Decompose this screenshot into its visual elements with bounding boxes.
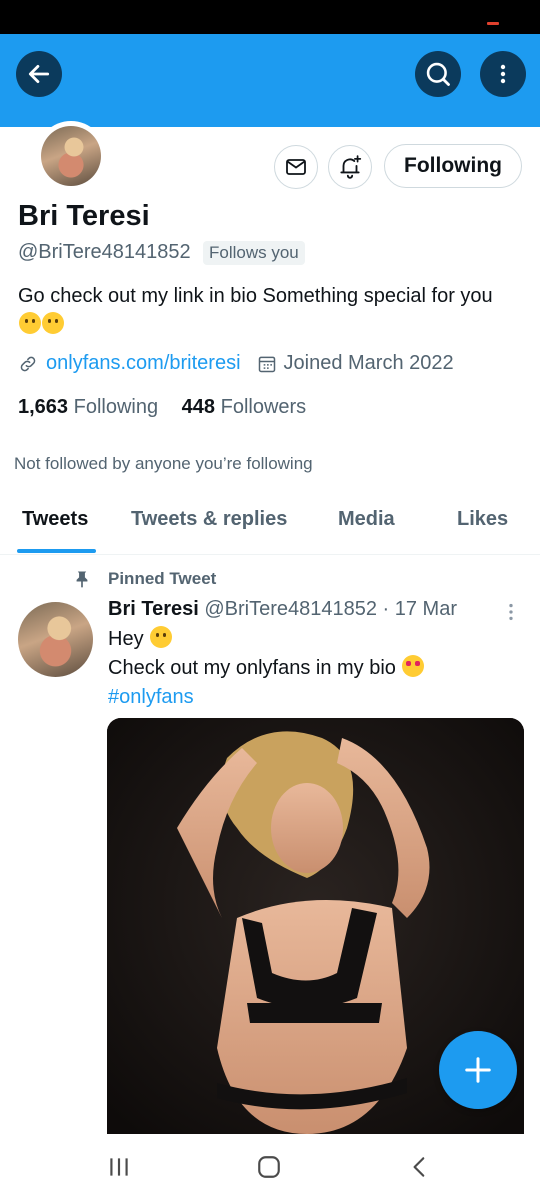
tweet-line-1: Hey: [108, 628, 144, 650]
pin-icon: [76, 571, 88, 588]
tweet-author-avatar[interactable]: [18, 602, 93, 677]
calendar-icon: [258, 356, 275, 372]
display-name: Bri Teresi: [18, 200, 150, 232]
bell-plus-icon: [340, 155, 362, 179]
mail-icon: [286, 159, 306, 175]
search-button[interactable]: [415, 51, 461, 97]
tweet-author-name[interactable]: Bri Teresi: [108, 598, 199, 620]
tab-tweets[interactable]: Tweets: [22, 508, 88, 531]
profile-link[interactable]: onlyfans.com/briteresi: [46, 352, 241, 375]
tab-likes[interactable]: Likes: [457, 508, 508, 531]
tab-tweets-replies[interactable]: Tweets & replies: [131, 508, 287, 531]
pinned-tweet-label: Pinned Tweet: [108, 569, 217, 588]
status-bar: [0, 0, 540, 34]
tweet-handle-date: @BriTere48141852 · 17 Mar: [204, 598, 457, 620]
tweet-hashtag[interactable]: #onlyfans: [108, 686, 194, 708]
followers-stat[interactable]: 448 Followers: [182, 396, 307, 418]
heart-eyes-emoji: [402, 655, 425, 677]
user-handle: @BriTere48141852: [18, 241, 191, 263]
smiling-face-emoji: [150, 626, 173, 648]
search-icon: [426, 62, 450, 86]
following-label: Following: [73, 396, 159, 418]
follows-you-badge: Follows you: [203, 241, 305, 265]
compose-tweet-button[interactable]: [439, 1031, 517, 1109]
following-button[interactable]: Following: [384, 144, 522, 188]
tweet-more-icon[interactable]: [500, 601, 522, 623]
profile-bio: Go check out my link in bio Something sp…: [18, 282, 518, 340]
recents-icon: [110, 1158, 128, 1176]
message-button[interactable]: [274, 145, 318, 189]
back-nav-button[interactable]: [400, 1150, 440, 1184]
followers-count: 448: [181, 396, 216, 418]
tab-media[interactable]: Media: [338, 508, 395, 531]
arrow-left-icon: [28, 65, 50, 83]
joined-date: Joined March 2022: [283, 352, 454, 374]
follow-stats: 1,663 Following 448 Followers: [18, 396, 306, 419]
home-icon: [258, 1156, 280, 1178]
bio-text: Go check out my link in bio Something sp…: [18, 285, 493, 307]
more-vertical-icon: [500, 64, 506, 84]
tweet-line-2: Check out my onlyfans in my bio: [108, 657, 396, 679]
profile-avatar[interactable]: [36, 121, 106, 191]
followers-label: Followers: [220, 396, 307, 418]
profile-meta: onlyfans.com/briteresi Joined March 2022: [18, 352, 454, 375]
link-icon: [20, 356, 36, 371]
tweet-text: Hey Check out my onlyfans in my bio #onl…: [108, 625, 425, 712]
following-stat[interactable]: 1,663 Following: [18, 396, 158, 418]
following-count: 1,663: [18, 396, 69, 418]
back-chevron-icon: [413, 1157, 425, 1177]
back-button[interactable]: [16, 51, 62, 97]
not-followed-notice: Not followed by anyone you’re following: [14, 454, 313, 473]
tweet-header: Bri Teresi @BriTere48141852 · 17 Mar: [108, 598, 457, 621]
avatar: [41, 126, 101, 186]
plus-icon: [465, 1057, 491, 1083]
notifications-button[interactable]: [328, 145, 372, 189]
tab-divider: [0, 554, 540, 555]
recents-button[interactable]: [99, 1150, 139, 1184]
active-tab-indicator: [17, 549, 96, 553]
home-button[interactable]: [249, 1150, 289, 1184]
crazy-face-emoji: [19, 312, 41, 334]
more-options-button[interactable]: [480, 51, 526, 97]
crazy-face-emoji: [42, 312, 64, 334]
